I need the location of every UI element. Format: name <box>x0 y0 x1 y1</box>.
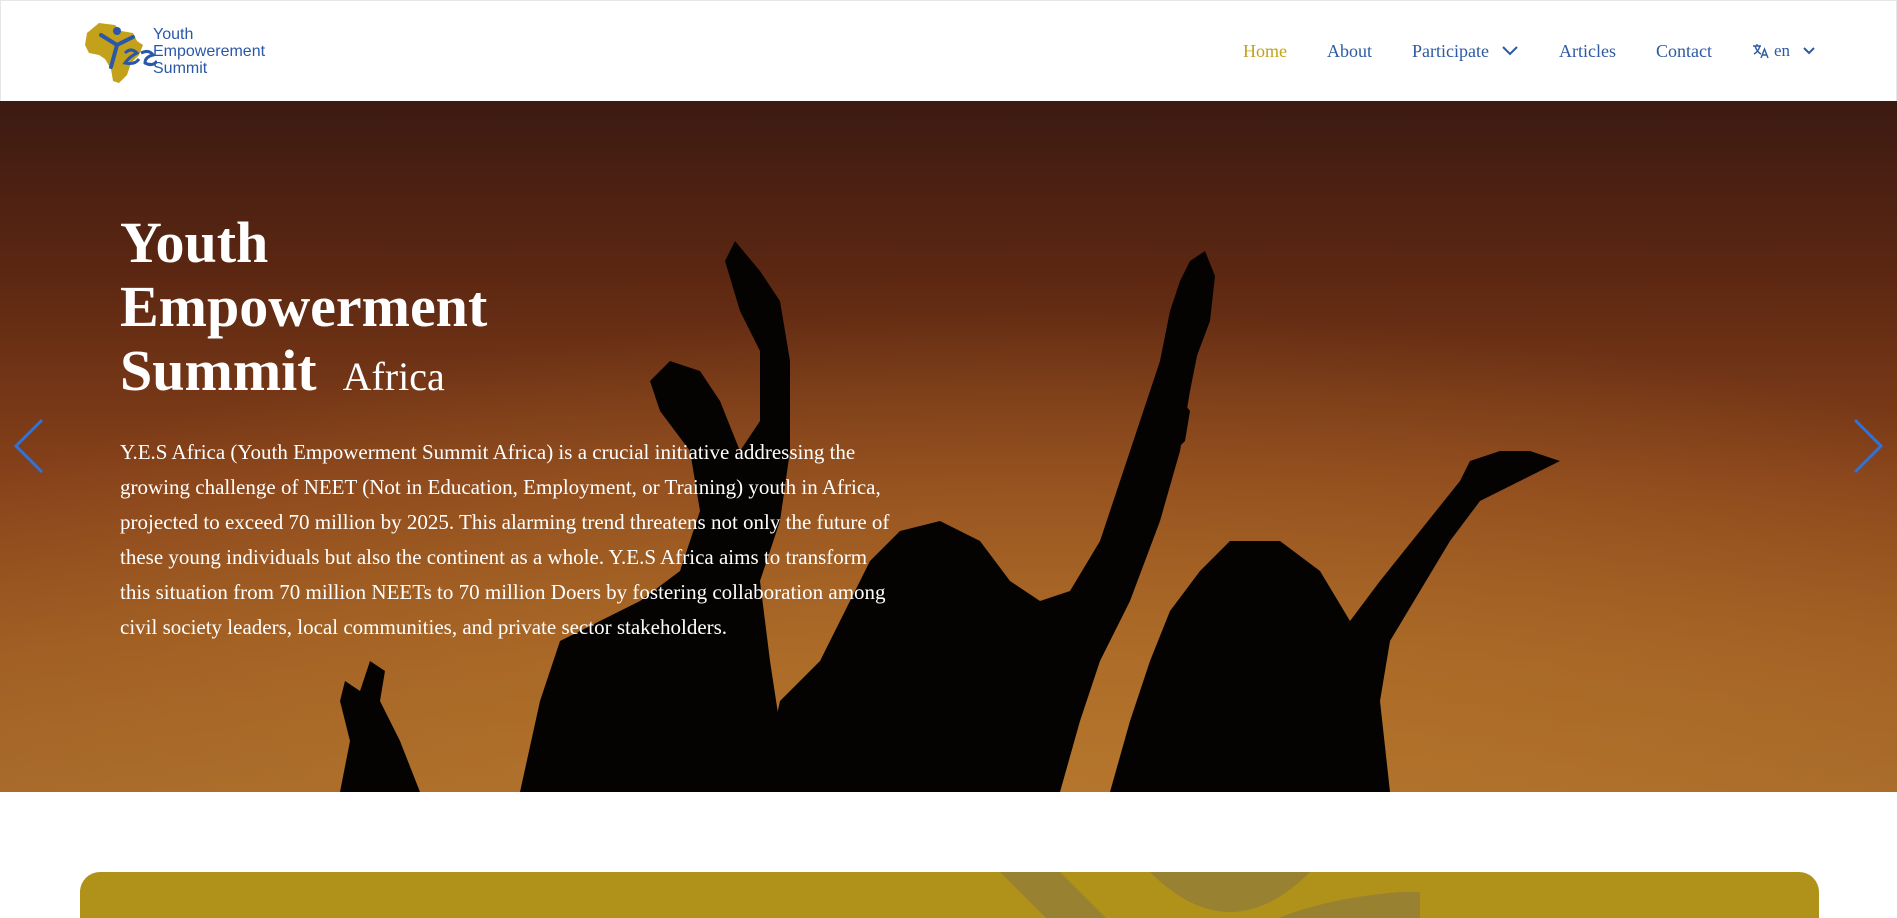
africa-logo-icon <box>85 23 157 83</box>
hero-title-line-1: Youth <box>120 210 269 275</box>
hero-title-summit: Summit <box>120 338 317 403</box>
decorative-shape <box>1000 872 1420 918</box>
nav-home[interactable]: Home <box>1243 41 1287 62</box>
hero-title-line-2: Empowerment <box>120 274 488 339</box>
nav-about[interactable]: About <box>1327 41 1372 62</box>
nav-participate-label: Participate <box>1412 40 1489 61</box>
hero-description: Y.E.S Africa (Youth Empowerment Summit A… <box>120 440 890 639</box>
logo-wordmark: Youth Empowerement Summit <box>153 26 265 77</box>
main-nav: Home About Participate Articles Contact … <box>1203 37 1816 65</box>
language-label: en <box>1773 41 1790 60</box>
language-selector[interactable]: en <box>1752 41 1816 61</box>
nav-articles[interactable]: Articles <box>1559 41 1616 62</box>
hero-title-line-3: Summit Africa <box>120 339 640 409</box>
logo-line-1: Youth <box>153 25 194 43</box>
logo-line-3: Summit <box>153 59 208 77</box>
chevron-left-icon[interactable] <box>12 416 46 476</box>
section-card <box>80 872 1819 918</box>
hero-carousel: Youth Empowerment Summit Africa Y.E.S Afr… <box>0 101 1897 792</box>
site-logo[interactable]: Youth Empowerement Summit <box>81 19 291 85</box>
translate-icon <box>1752 44 1769 59</box>
chevron-down-icon <box>1803 47 1815 55</box>
site-header: Youth Empowerement Summit Home About Par… <box>0 0 1897 101</box>
chevron-right-icon[interactable] <box>1851 416 1885 476</box>
hero-title-suffix: Africa <box>342 354 445 399</box>
logo-line-2: Empowerement <box>153 42 266 60</box>
nav-participate[interactable]: Participate <box>1412 41 1519 62</box>
nav-contact[interactable]: Contact <box>1656 41 1712 62</box>
hero-title: Youth Empowerment Summit Africa <box>120 211 640 409</box>
chevron-down-icon <box>1502 46 1518 56</box>
